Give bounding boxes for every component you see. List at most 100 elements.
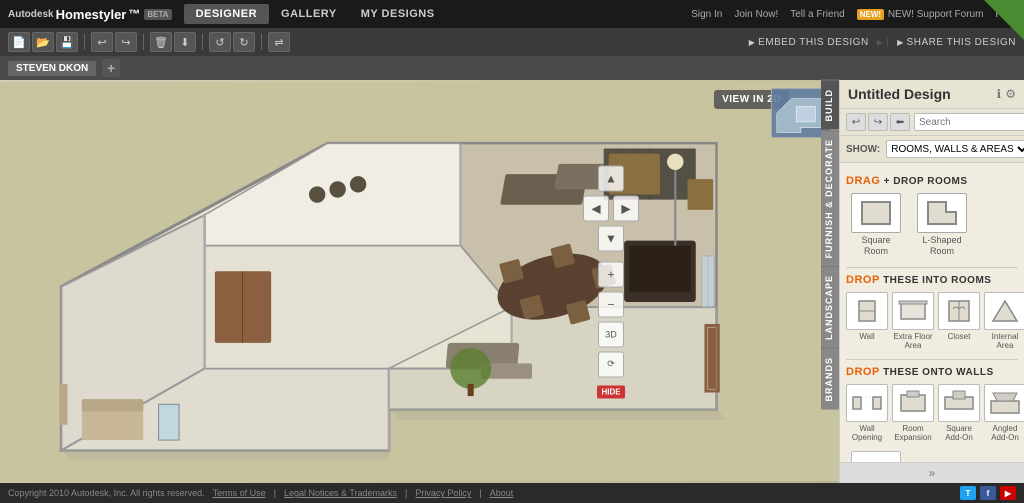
nav-controls: ▲ ◀ ▶ ▼ + − 3D ⟳ HIDE [583,165,639,398]
toolbar-sep-1 [84,34,85,50]
drop-text-1: DROP [846,274,880,286]
panel-item-wall[interactable]: Wall [846,292,888,351]
section-drop-into-rooms-title: DROP THESE INTO ROOMS [846,274,1018,286]
design-canvas[interactable]: VIEW IN 2D ▲ ◀ ▶ ▼ + − 3D [0,80,839,483]
reset-view-btn[interactable]: ⟳ [598,351,624,377]
youtube-icon[interactable]: ▶ [1000,486,1016,500]
pan-down-btn[interactable]: ▼ [598,225,624,251]
wall-icon [846,292,888,330]
show-select[interactable]: ROOMS, WALLS & AREAS Rooms Only All [886,140,1024,158]
square-room-icon [851,193,901,233]
lshaped-room-label: L-ShapedRoom [922,235,961,257]
pan-left-btn[interactable]: ◀ [583,195,609,221]
section-drop-onto-walls-title: DROP THESE ONTO WALLS [846,366,1018,378]
wall-opening-label: WallOpening [852,424,882,443]
closet-label: Closet [948,332,971,342]
homestyler-text: Homestyler [56,7,127,22]
tell-friend-link[interactable]: Tell a Friend [790,9,844,20]
embed-design-btn[interactable]: EMBED THIS DESIGN [749,37,869,48]
vtab-brands[interactable]: BRANDS [821,348,839,410]
toolbar-open-btn[interactable]: 📂 [32,32,54,52]
square-room-label: SquareRoom [861,235,890,257]
vtab-furnish[interactable]: FURNISH & DECORATE [821,130,839,266]
footer: Copyright 2010 Autodesk, Inc. All rights… [0,483,1024,503]
panel-item-closet[interactable]: Closet [938,292,980,351]
sidebar-search-row: ↩ ↪ ⬅ 🔍 [840,109,1024,136]
signin-link[interactable]: Sign In [691,9,722,20]
tab-designer[interactable]: DESIGNER [184,4,269,24]
toolbar-flip-btn[interactable]: ⇌ [268,32,290,52]
top-links: Sign In Join Now! Tell a Friend NEW! NEW… [691,9,1016,20]
twitter-icon[interactable]: T [960,486,976,500]
panel-item-square-addon[interactable]: SquareAdd-On [938,384,980,443]
footer-copyright: Copyright 2010 Autodesk, Inc. All rights… [8,488,205,498]
zoom-out-btn[interactable]: − [598,291,624,317]
square-addon-icon [938,384,980,422]
room-item-square[interactable]: SquareRoom [846,193,906,257]
panel-item-extra-floor[interactable]: Extra FloorArea [892,292,934,351]
drop-onto-walls-grid: WallOpening RoomExpansion [846,384,1018,443]
undo-redo-group: ↩ ↪ ⬅ [846,113,910,131]
user-tab[interactable]: STEVEN DKON [8,61,96,76]
search-input[interactable] [914,113,1024,131]
support-link[interactable]: NEW! NEW! Support Forum [857,9,984,20]
toolbar-new-btn[interactable]: 📄 [8,32,30,52]
joinnow-link[interactable]: Join Now! [734,9,778,20]
room-item-lshaped[interactable]: L-ShapedRoom [912,193,972,257]
tab-my-designs[interactable]: MY DESIGNS [349,4,447,24]
sidebar-undo-btn[interactable]: ↩ [846,113,866,131]
divider-2 [846,359,1018,360]
panel-item-internal-area[interactable]: InternalArea [984,292,1024,351]
toolbar-rotate-left-btn[interactable]: ↺ [209,32,231,52]
footer-about-link[interactable]: About [490,488,514,498]
toolbar: 📄 📂 💾 ↩ ↪ 🗑 ⬇ ↺ ↻ ⇌ EMBED THIS DESIGN | … [0,28,1024,56]
nav-tabs: DESIGNER GALLERY MY DESIGNS [184,4,447,24]
square-addon-label: SquareAdd-On [945,424,973,443]
hide-button[interactable]: HIDE [597,385,624,398]
right-sidebar: BUILD FURNISH & DECORATE LANDSCAPE BRAND… [839,80,1024,483]
panel-item-wall-opening[interactable]: WallOpening [846,384,888,443]
footer-terms-link[interactable]: Terms of Use [213,488,266,498]
toolbar-save-btn[interactable]: 💾 [56,32,78,52]
wall-label: Wall [859,332,874,342]
drop-into-rooms-grid: Wall Extra FloorArea [846,292,1018,351]
room-expansion-label: RoomExpansion [894,424,931,443]
section-drag-drop-rooms-title: DRAG + DROP ROOMS [846,175,1018,187]
facebook-icon[interactable]: f [980,486,996,500]
room-expansion-icon [892,384,934,422]
toolbar-rotate-right-btn[interactable]: ↻ [233,32,255,52]
toolbar-undo-btn[interactable]: ↩ [91,32,113,52]
rotate-3d-btn[interactable]: 3D [598,321,624,347]
sidebar-expand-arrow[interactable]: » [840,462,1024,483]
panel-item-curve-wall[interactable]: CurveWall [846,451,906,462]
pan-right-btn[interactable]: ▶ [613,195,639,221]
user-bar: STEVEN DKON + [0,56,1024,80]
info-icon[interactable]: ℹ [997,87,1002,101]
toolbar-redo-btn[interactable]: ↪ [115,32,137,52]
design-title: Untitled Design [848,86,951,102]
add-tab-btn[interactable]: + [102,59,120,77]
toolbar-delete-btn[interactable]: 🗑 [150,32,172,52]
curve-wall-icon [851,451,901,462]
pan-up-btn[interactable]: ▲ [598,165,624,191]
settings-icon[interactable]: ⚙ [1005,87,1016,101]
toolbar-download-btn[interactable]: ⬇ [174,32,196,52]
lshaped-room-icon [917,193,967,233]
panel-item-room-expansion[interactable]: RoomExpansion [892,384,934,443]
new-badge: NEW! [857,9,884,20]
sidebar-undo2-btn[interactable]: ⬅ [890,113,910,131]
top-navigation: Autodesk Homestyler™ BETA DESIGNER GALLE… [0,0,1024,28]
sidebar-header: Untitled Design ℹ ⚙ [840,80,1024,109]
share-design-btn[interactable]: SHARE THIS DESIGN [897,37,1016,48]
zoom-in-btn[interactable]: + [598,261,624,287]
vtab-landscape[interactable]: LANDSCAPE [821,266,839,348]
tab-gallery[interactable]: GALLERY [269,4,349,24]
footer-privacy-link[interactable]: Privacy Policy [415,488,471,498]
closet-icon [938,292,980,330]
vtab-build[interactable]: BUILD [821,80,839,130]
footer-legal-link[interactable]: Legal Notices & Trademarks [284,488,397,498]
panel-item-angled-addon[interactable]: AngledAdd-On [984,384,1024,443]
vertical-tabs: BUILD FURNISH & DECORATE LANDSCAPE BRAND… [821,80,839,483]
show-label: SHOW: [846,144,880,155]
sidebar-redo-btn[interactable]: ↪ [868,113,888,131]
